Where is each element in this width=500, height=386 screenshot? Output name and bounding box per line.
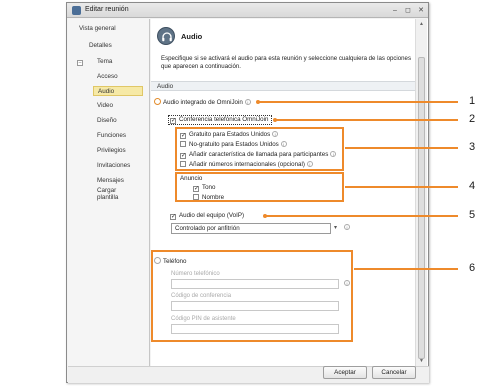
callout-line-4	[345, 186, 458, 188]
sidebar-item-funciones[interactable]: Funciones	[97, 132, 126, 139]
callout-line-2	[276, 119, 458, 121]
conference-option[interactable]: Conferencia telefónica OmniJoin	[170, 116, 268, 124]
sidebar-item-privilegios[interactable]: Privilegios	[97, 147, 126, 154]
close-icon[interactable]: ✕	[416, 6, 426, 15]
callout-line-1	[258, 101, 458, 103]
sidebar-item-detalles[interactable]: Detalles	[89, 42, 112, 49]
scroll-up-icon[interactable]: ▲	[418, 21, 425, 28]
info-icon[interactable]: i	[342, 224, 350, 231]
callout-number-3: 3	[469, 141, 476, 153]
integrated-audio-label: Audio integrado de OmniJoin	[163, 99, 243, 106]
callout-box-4	[175, 172, 344, 202]
integrated-audio-option[interactable]: Audio integrado de OmniJoin i	[154, 98, 251, 106]
minimize-icon[interactable]: –	[390, 6, 400, 15]
title-bar[interactable]: Editar reunión – ◻ ✕	[67, 3, 428, 18]
sidebar-item-diseno[interactable]: Diseño	[97, 117, 117, 124]
callout-box-6	[151, 250, 353, 342]
callout-line-6	[354, 268, 458, 270]
voip-label: Audio del equipo (VoIP)	[179, 212, 245, 219]
page-description: Especifique si se activará el audio para…	[161, 55, 411, 70]
conference-checkbox[interactable]	[170, 118, 176, 124]
collapse-icon[interactable]: –	[77, 60, 83, 66]
window-title: Editar reunión	[85, 6, 129, 13]
page-title: Audio	[181, 32, 203, 41]
callout-number-1: 1	[469, 95, 476, 107]
cancel-button[interactable]: Cancelar	[372, 366, 416, 379]
audio-icon	[157, 27, 175, 45]
callout-line-5	[266, 215, 458, 217]
scroll-down-icon[interactable]: ▼	[418, 358, 425, 365]
callout-line-3	[345, 147, 458, 149]
callout-dot-1	[256, 100, 260, 104]
sidebar-item-cargar-plantilla[interactable]: Cargar plantilla	[97, 187, 137, 201]
sidebar: Vista general – Detalles Tema Acceso Aud…	[68, 19, 150, 382]
integrated-audio-radio[interactable]	[154, 98, 161, 105]
conference-label: Conferencia telefónica OmniJoin	[179, 116, 269, 123]
section-header: Audio	[151, 81, 415, 91]
voip-control-select[interactable]: Controlado por anfitrión	[171, 223, 331, 234]
maximize-icon[interactable]: ◻	[403, 6, 413, 15]
callout-number-4: 4	[469, 180, 476, 192]
vertical-scrollbar[interactable]: ▲ ▼	[415, 19, 427, 367]
sidebar-item-tema[interactable]: Tema	[97, 58, 112, 65]
app-icon	[72, 6, 81, 15]
callout-number-5: 5	[469, 209, 476, 221]
sidebar-item-acceso[interactable]: Acceso	[97, 73, 118, 80]
info-icon[interactable]: i	[244, 99, 251, 105]
sidebar-item-mensajes[interactable]: Mensajes	[97, 177, 124, 184]
callout-number-2: 2	[469, 113, 476, 125]
callout-dot-5	[263, 214, 267, 218]
sidebar-item-invitaciones[interactable]: Invitaciones	[97, 162, 130, 169]
voip-checkbox[interactable]	[170, 214, 176, 220]
chevron-down-icon[interactable]: ▾	[334, 224, 337, 231]
voip-option[interactable]: Audio del equipo (VoIP)	[170, 212, 244, 220]
accept-button[interactable]: Aceptar	[323, 366, 367, 379]
sidebar-item-video[interactable]: Video	[97, 102, 113, 109]
callout-box-3	[175, 127, 344, 171]
callout-dot-2	[273, 118, 277, 122]
sidebar-item-audio[interactable]: Audio	[93, 86, 143, 96]
sidebar-item-vista-general[interactable]: Vista general	[79, 25, 116, 32]
callout-number-6: 6	[469, 262, 476, 274]
